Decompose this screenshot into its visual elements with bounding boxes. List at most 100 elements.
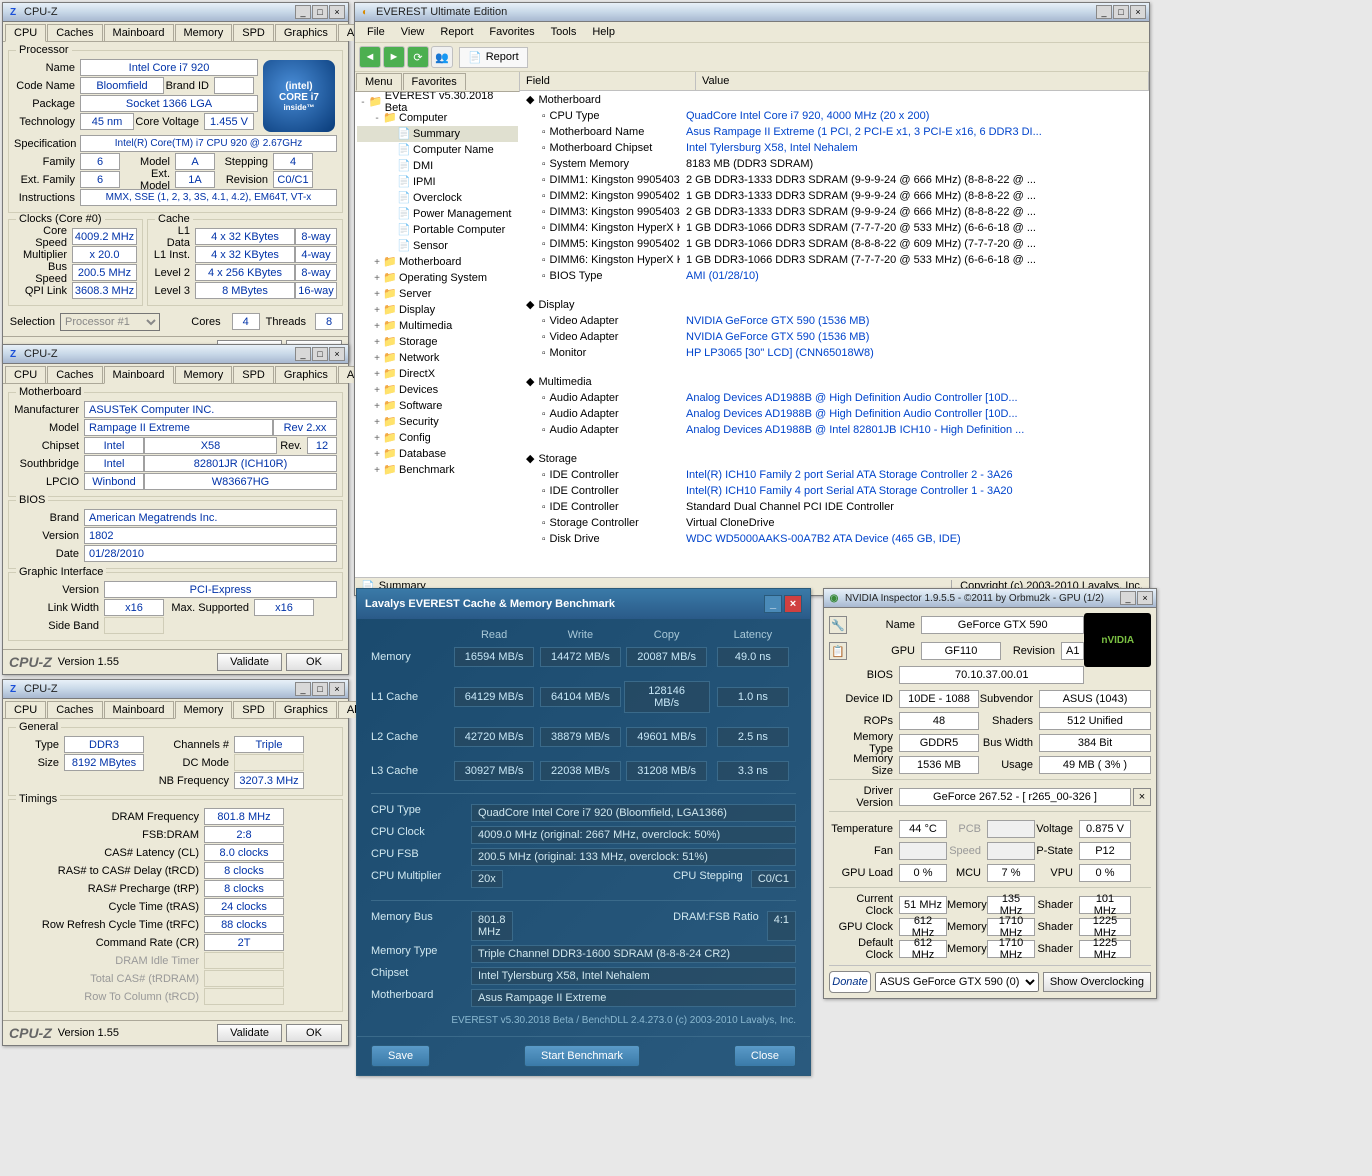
list-row[interactable]: ▫IDE ControllerIntel(R) ICH10 Family 2 p… [520,467,1149,483]
close-icon[interactable]: × [1133,788,1151,806]
gpu-select[interactable]: ASUS GeForce GTX 590 (0) [875,972,1039,992]
list-row[interactable]: ▫DIMM1: Kingston 9905403-0...2 GB DDR3-1… [520,172,1149,188]
tool-icon[interactable]: 📋 [829,642,847,660]
list-row[interactable]: ▫IDE ControllerIntel(R) ICH10 Family 4 p… [520,483,1149,499]
tree-node[interactable]: +📁Display [357,302,518,318]
col-value[interactable]: Value [696,72,1149,90]
tree-node[interactable]: +📁Server [357,286,518,302]
tree-node[interactable]: +📁Multimedia [357,318,518,334]
tab-spd[interactable]: SPD [233,366,274,383]
tree-node[interactable]: 📄Sensor [357,238,518,254]
list-row[interactable]: ▫Motherboard NameAsus Rampage II Extreme… [520,124,1149,140]
list-row[interactable]: ▫Storage ControllerVirtual CloneDrive [520,515,1149,531]
tab-memory[interactable]: Memory [175,701,233,719]
save-button[interactable]: Save [371,1045,430,1067]
validate-button[interactable]: Validate [217,653,282,671]
tool-icon[interactable]: 🔧 [829,616,847,634]
titlebar[interactable]: Lavalys EVEREST Cache & Memory Benchmark… [357,589,810,619]
maximize-button[interactable]: □ [1113,5,1129,19]
tab-graphics[interactable]: Graphics [275,366,337,383]
tree[interactable]: -📁EVEREST v5.30.2018 Beta-📁Computer📄Summ… [355,92,520,577]
ok-button[interactable]: OK [286,1024,342,1042]
tree-node[interactable]: 📄Power Management [357,206,518,222]
maximize-button[interactable]: □ [312,5,328,19]
processor-select[interactable]: Processor #1 [60,313,160,331]
tree-node[interactable]: +📁Motherboard [357,254,518,270]
panel-tab-menu[interactable]: Menu [356,73,402,91]
titlebar[interactable]: ◉ NVIDIA Inspector 1.9.5.5 - ©2011 by Or… [824,589,1156,608]
titlebar[interactable]: Z CPU-Z _□× [3,345,348,364]
list-row[interactable]: ▫DIMM3: Kingston 9905403-0...2 GB DDR3-1… [520,204,1149,220]
minimize-button[interactable]: _ [295,347,311,361]
titlebar[interactable]: Z CPU-Z _□× [3,680,348,699]
tree-node[interactable]: 📄Computer Name [357,142,518,158]
titlebar[interactable]: ◐ EVEREST Ultimate Edition _□× [355,3,1149,22]
close-button[interactable]: Close [734,1045,796,1067]
list-row[interactable]: ▫DIMM5: Kingston 9905402-1...1 GB DDR3-1… [520,236,1149,252]
menu-view[interactable]: View [393,24,433,40]
tree-node[interactable]: +📁Security [357,414,518,430]
tab-memory[interactable]: Memory [175,24,233,41]
tab-cpu[interactable]: CPU [5,701,46,718]
close-button[interactable]: × [329,682,345,696]
minimize-button[interactable]: _ [764,595,782,613]
tab-cpu[interactable]: CPU [5,24,46,42]
tab-caches[interactable]: Caches [47,366,102,383]
minimize-button[interactable]: _ [295,682,311,696]
list-row[interactable]: ▫Motherboard ChipsetIntel Tylersburg X58… [520,140,1149,156]
list-row[interactable]: ▫Audio AdapterAnalog Devices AD1988B @ I… [520,422,1149,438]
list-row[interactable]: ◆Motherboard [520,91,1149,108]
tree-node[interactable]: 📄Portable Computer [357,222,518,238]
report-button[interactable]: 📄Report [459,47,528,68]
menu-tools[interactable]: Tools [543,24,585,40]
tab-mainboard[interactable]: Mainboard [104,701,174,718]
tab-mainboard[interactable]: Mainboard [104,24,174,41]
list-row[interactable]: ▫Video AdapterNVIDIA GeForce GTX 590 (15… [520,329,1149,345]
menu-help[interactable]: Help [584,24,623,40]
start-button[interactable]: Start Benchmark [524,1045,640,1067]
titlebar[interactable]: Z CPU-Z _ □ × [3,3,348,22]
tab-spd[interactable]: SPD [233,24,274,41]
tree-node[interactable]: +📁Benchmark [357,462,518,478]
tree-node[interactable]: +📁Storage [357,334,518,350]
forward-button[interactable]: ► [383,46,405,68]
tab-cpu[interactable]: CPU [5,366,46,383]
close-button[interactable]: × [1130,5,1146,19]
tree-node[interactable]: +📁Network [357,350,518,366]
tree-node[interactable]: -📁EVEREST v5.30.2018 Beta [357,94,518,110]
tree-node[interactable]: 📄Overclock [357,190,518,206]
close-button[interactable]: × [784,595,802,613]
list-row[interactable]: ◆Storage [520,450,1149,467]
tree-node[interactable]: +📁Config [357,430,518,446]
list-row[interactable]: ◆Display [520,296,1149,313]
minimize-button[interactable]: _ [1096,5,1112,19]
minimize-button[interactable]: _ [1120,591,1136,605]
refresh-button[interactable]: ⟳ [407,46,429,68]
list-row[interactable]: ▫Audio AdapterAnalog Devices AD1988B @ H… [520,406,1149,422]
list-row[interactable]: ▫System Memory8183 MB (DDR3 SDRAM) [520,156,1149,172]
tree-node[interactable]: +📁Software [357,398,518,414]
close-button[interactable]: × [1137,591,1153,605]
tab-caches[interactable]: Caches [47,24,102,41]
tree-node[interactable]: +📁Operating System [357,270,518,286]
users-button[interactable]: 👥 [431,46,453,68]
back-button[interactable]: ◄ [359,46,381,68]
list-row[interactable]: ▫MonitorHP LP3065 [30" LCD] (CNN65018W8) [520,345,1149,361]
show-overclocking-button[interactable]: Show Overclocking [1043,972,1151,992]
col-field[interactable]: Field [520,72,696,90]
tab-graphics[interactable]: Graphics [275,701,337,718]
tree-node[interactable]: +📁DirectX [357,366,518,382]
menu-favorites[interactable]: Favorites [481,24,542,40]
close-button[interactable]: × [329,347,345,361]
list-row[interactable]: ◆Multimedia [520,373,1149,390]
list-row[interactable]: ▫CPU TypeQuadCore Intel Core i7 920, 400… [520,108,1149,124]
list-row[interactable]: ▫DIMM2: Kingston 9905402-0...1 GB DDR3-1… [520,188,1149,204]
tab-mainboard[interactable]: Mainboard [104,366,174,384]
list-row[interactable]: ▫IDE ControllerStandard Dual Channel PCI… [520,499,1149,515]
close-button[interactable]: × [329,5,345,19]
validate-button[interactable]: Validate [217,1024,282,1042]
panel-tab-favorites[interactable]: Favorites [403,73,466,90]
ok-button[interactable]: OK [286,653,342,671]
tree-node[interactable]: 📄IPMI [357,174,518,190]
tree-node[interactable]: 📄Summary [357,126,518,142]
